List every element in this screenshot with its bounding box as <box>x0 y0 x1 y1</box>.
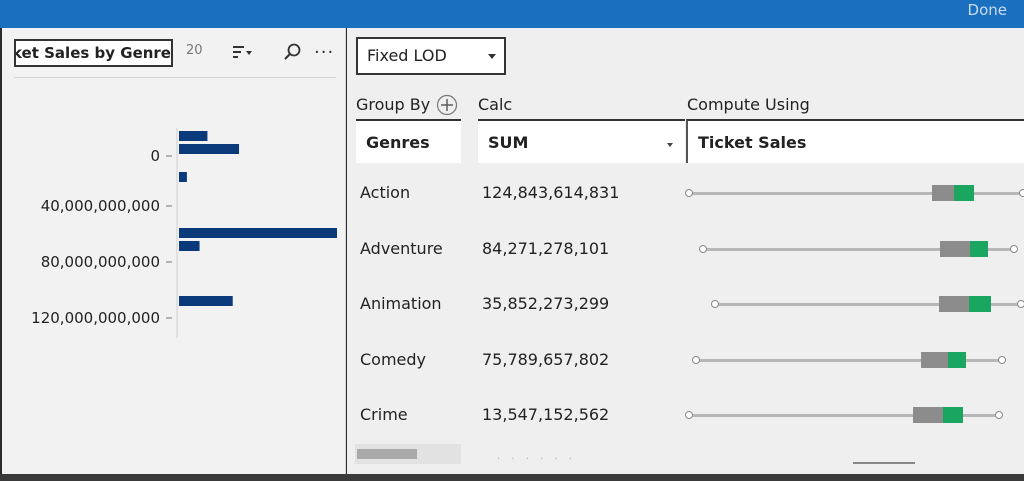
slider-min-handle[interactable] <box>685 189 693 197</box>
genres-column[interactable]: Genres <box>356 119 461 163</box>
lod-type-dropdown[interactable]: Fixed LOD <box>356 37 506 75</box>
title-input[interactable]: Ticket Sales by Genre <box>14 39 173 67</box>
y-tick-label: 80,000,000,000 <box>41 253 160 271</box>
range-gray-segment <box>939 296 969 312</box>
calc-select-value: SUM <box>488 133 529 152</box>
range-slider[interactable] <box>711 294 1024 314</box>
calc-label: Calc <box>478 95 513 114</box>
genre-label: Crime <box>360 405 408 424</box>
calc-select[interactable]: SUM <box>478 119 685 163</box>
sort-icon[interactable] <box>232 43 252 61</box>
top-bar: Done <box>0 0 1024 28</box>
table-row[interactable]: Action 124,843,614,831 <box>347 183 1024 239</box>
compute-using-label: Compute Using <box>687 95 810 114</box>
chart-bar[interactable] <box>179 144 240 154</box>
range-slider[interactable] <box>685 183 1024 203</box>
y-tick-label: 40,000,000,000 <box>41 197 160 215</box>
range-slider[interactable] <box>685 405 1003 425</box>
genre-label: Adventure <box>360 239 443 258</box>
range-gray-segment <box>940 241 970 257</box>
compute-using-field[interactable]: Ticket Sales <box>686 119 1024 163</box>
dropdown-value: Fixed LOD <box>367 46 447 65</box>
horizontal-scrollbar[interactable] <box>355 444 461 464</box>
add-group-icon[interactable] <box>436 94 458 116</box>
range-gray-segment <box>932 185 954 201</box>
chart-bar[interactable] <box>179 296 233 306</box>
divider <box>14 77 336 78</box>
group-by-label: Group By <box>356 95 431 114</box>
genre-label: Action <box>360 183 411 202</box>
bottom-bar <box>0 474 1024 481</box>
table-row[interactable]: Animation 35,852,273,299 <box>347 294 1024 350</box>
sum-value: 84,271,278,101 <box>482 239 610 258</box>
slider-max-handle[interactable] <box>1010 245 1018 253</box>
table-row[interactable]: Adventure 84,271,278,101 <box>347 239 1024 295</box>
slider-max-handle[interactable] <box>1017 300 1024 308</box>
slider-min-handle[interactable] <box>692 356 700 364</box>
sum-value: 75,789,657,802 <box>482 350 610 369</box>
range-green-segment[interactable] <box>970 241 988 257</box>
slider-max-handle[interactable] <box>995 411 1003 419</box>
genres-column-label: Genres <box>366 133 430 152</box>
slider-min-handle[interactable] <box>685 411 693 419</box>
table-row[interactable]: Comedy 75,789,657,802 <box>347 350 1024 406</box>
chart-bar[interactable] <box>179 131 208 141</box>
chart-bar[interactable] <box>179 172 187 182</box>
search-icon[interactable] <box>283 42 303 62</box>
range-green-segment[interactable] <box>948 352 966 368</box>
compute-using-value: Ticket Sales <box>698 133 807 152</box>
range-green-segment[interactable] <box>954 185 974 201</box>
genre-label: Animation <box>360 294 442 313</box>
done-button[interactable]: Done <box>968 1 1007 19</box>
item-count: 20 <box>186 43 203 58</box>
y-tick-label: 120,000,000,000 <box>31 309 160 327</box>
divider <box>853 462 915 464</box>
chevron-down-icon <box>667 143 673 147</box>
y-tick-label: 0 <box>150 147 160 165</box>
slider-max-handle[interactable] <box>998 356 1006 364</box>
right-panel: Fixed LOD Group By Calc Compute Using Ge… <box>347 28 1024 474</box>
genre-bar-chart: 0 40,000,000,000 80,000,000,000 120,000,000… <box>31 128 337 338</box>
sum-value: 35,852,273,299 <box>482 294 610 313</box>
slider-max-handle[interactable] <box>1019 189 1024 197</box>
scrollbar-thumb[interactable] <box>357 449 417 459</box>
range-gray-segment <box>921 352 948 368</box>
slider-min-handle[interactable] <box>711 300 719 308</box>
chevron-down-icon <box>488 54 496 59</box>
overflow-dots: · · · · · · <box>497 454 576 465</box>
range-green-segment[interactable] <box>943 407 963 423</box>
sum-value: 13,547,152,562 <box>482 405 610 424</box>
more-icon[interactable]: ··· <box>314 42 334 63</box>
genre-label: Comedy <box>360 350 427 369</box>
range-slider[interactable] <box>699 239 1018 259</box>
chart-bar[interactable] <box>179 241 200 251</box>
sum-value: 124,843,614,831 <box>482 183 620 202</box>
left-panel: Ticket Sales by Genre 20 ··· 0 40,000,000… <box>2 28 346 474</box>
range-green-segment[interactable] <box>969 296 991 312</box>
chart-bar[interactable] <box>179 228 337 238</box>
range-gray-segment <box>913 407 943 423</box>
slider-min-handle[interactable] <box>699 245 707 253</box>
range-slider[interactable] <box>692 350 1006 370</box>
